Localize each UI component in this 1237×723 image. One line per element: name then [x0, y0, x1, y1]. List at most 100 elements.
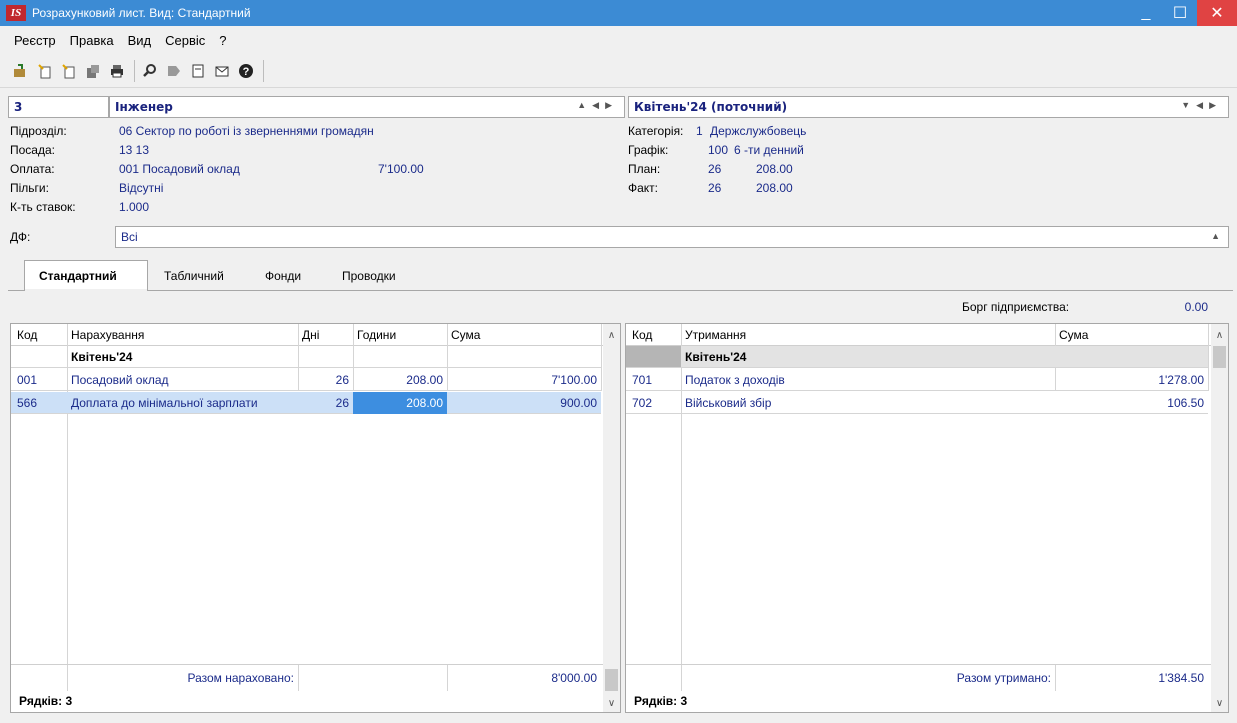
tab-standard[interactable]: Стандартний: [24, 260, 148, 291]
deductions-grid: Код Утримання Сума Квітень'24 701 Подато…: [625, 323, 1229, 713]
copy-icon[interactable]: [82, 60, 104, 82]
label-department: Підрозділ:: [10, 124, 67, 138]
accruals-total-label: Разом нараховано:: [187, 671, 294, 685]
tab-table[interactable]: Табличний: [150, 262, 238, 290]
label-payment: Оплата:: [10, 162, 55, 176]
df-selector[interactable]: Всі ▲: [115, 226, 1229, 248]
cell-days: 26: [335, 373, 349, 387]
document-icon[interactable]: [187, 60, 209, 82]
cell-sum: 900.00: [560, 396, 597, 410]
cell-name: Доплата до мінімальної зарплати: [71, 396, 258, 410]
scroll-down-icon[interactable]: ∨: [1211, 695, 1228, 712]
scroll-down-icon[interactable]: ∨: [603, 695, 620, 712]
scroll-up-icon[interactable]: ∧: [1211, 327, 1228, 344]
value-category-name: Держслужбовець: [710, 124, 807, 138]
search-icon[interactable]: [139, 60, 161, 82]
cell-name: Податок з доходів: [685, 373, 785, 387]
col-sum[interactable]: Сума: [1055, 324, 1209, 346]
deductions-scrollbar[interactable]: ∧ ∨: [1211, 324, 1228, 712]
open-icon[interactable]: [10, 60, 32, 82]
scroll-thumb[interactable]: [1213, 346, 1226, 368]
menu-help[interactable]: ?: [212, 33, 233, 48]
cell-sum: 1'278.00: [1158, 373, 1204, 387]
cell-code: 702: [632, 396, 653, 410]
value-plan-days: 26: [708, 162, 722, 176]
tab-funds[interactable]: Фонди: [251, 262, 315, 290]
accruals-total-value: 8'000.00: [551, 671, 597, 685]
employee-code-field[interactable]: 3: [8, 96, 109, 118]
deductions-total-label: Разом утримано:: [956, 671, 1051, 685]
value-fact-hours: 208.00: [756, 181, 793, 195]
menu-registry[interactable]: Реєстр: [0, 33, 63, 48]
cell-code: 566: [17, 396, 38, 410]
close-button[interactable]: ✕: [1197, 0, 1237, 26]
cell-hours-focused[interactable]: 208.00: [353, 392, 447, 414]
value-payment-amount: 7'100.00: [378, 162, 424, 176]
col-accrual[interactable]: Нарахування: [67, 324, 298, 346]
svg-text:?: ?: [243, 66, 250, 78]
debt-value: 0.00: [1184, 300, 1208, 314]
col-code[interactable]: Код: [13, 324, 67, 346]
col-days[interactable]: Дні: [298, 324, 353, 346]
group-row[interactable]: Квітень'24: [11, 346, 601, 368]
toolbar: ?: [0, 54, 1237, 88]
label-position: Посада:: [10, 143, 55, 157]
period-name: Квітень'24 (поточний): [634, 100, 788, 114]
col-code[interactable]: Код: [628, 324, 681, 346]
value-category-code: 1: [696, 124, 703, 138]
position-name: Інженер: [115, 100, 173, 114]
position-selector[interactable]: Інженер ▲◀▶: [109, 96, 625, 118]
toolbar-separator: [134, 59, 135, 82]
maximize-button[interactable]: ☐: [1163, 0, 1197, 26]
deductions-total-value: 1'384.50: [1158, 671, 1204, 685]
label-rates: К-ть ставок:: [10, 200, 76, 214]
accruals-header: Код Нарахування Дні Години Сума: [11, 324, 604, 346]
df-label: ДФ:: [10, 230, 31, 244]
toolbar-separator: [263, 59, 264, 82]
cell-sum: 106.50: [1167, 396, 1204, 410]
deductions-rows-count: Рядків: 3: [634, 694, 688, 708]
deductions-total-row: Разом утримано: 1'384.50: [626, 664, 1211, 691]
cell-hours: 208.00: [406, 373, 443, 387]
tab-divider: [8, 290, 1233, 291]
period-selector[interactable]: Квітень'24 (поточний) ▼◀▶: [628, 96, 1229, 118]
accruals-scrollbar[interactable]: ∧ ∨: [603, 324, 620, 712]
table-row[interactable]: 001 Посадовий оклад 26 208.00 7'100.00: [11, 369, 601, 391]
accruals-grid: Код Нарахування Дні Години Сума Квітень'…: [10, 323, 621, 713]
value-schedule-name: 6 -ти денний: [734, 143, 804, 157]
deductions-header: Код Утримання Сума: [626, 324, 1211, 346]
table-row-selected[interactable]: 566 Доплата до мінімальної зарплати 26 2…: [11, 392, 601, 414]
scroll-thumb[interactable]: [605, 669, 618, 691]
nav-arrows-icon[interactable]: ▲◀▶: [577, 100, 618, 111]
new-copy-icon[interactable]: [58, 60, 80, 82]
col-deduction[interactable]: Утримання: [681, 324, 1055, 346]
dropdown-arrow-icon[interactable]: ▲: [1211, 231, 1220, 241]
menu-service[interactable]: Сервіс: [158, 33, 212, 48]
scroll-up-icon[interactable]: ∧: [603, 327, 620, 344]
col-hours[interactable]: Години: [353, 324, 447, 346]
minimize-button[interactable]: _: [1129, 0, 1163, 26]
group-row[interactable]: Квітень'24: [626, 346, 1208, 368]
new-icon[interactable]: [34, 60, 56, 82]
cell-sum: 7'100.00: [551, 373, 597, 387]
value-rates: 1.000: [119, 200, 150, 214]
window-title: Розрахунковий лист. Вид: Стандартний: [32, 6, 251, 20]
group-label: Квітень'24: [685, 350, 747, 364]
active-tab-join: [25, 289, 147, 292]
table-row[interactable]: 702 Військовий збір 106.50: [626, 392, 1208, 414]
label-category: Категорія:: [628, 124, 684, 138]
debt-label: Борг підприємства:: [962, 300, 1070, 314]
label-schedule: Графік:: [628, 143, 669, 157]
menu-edit[interactable]: Правка: [63, 33, 121, 48]
table-row[interactable]: 701 Податок з доходів 1'278.00: [626, 369, 1208, 391]
print-icon[interactable]: [106, 60, 128, 82]
value-plan-hours: 208.00: [756, 162, 793, 176]
value-schedule-code: 100: [708, 143, 729, 157]
nav-arrows-icon[interactable]: ▼◀▶: [1181, 100, 1222, 111]
export-icon[interactable]: [163, 60, 185, 82]
mail-icon[interactable]: [211, 60, 233, 82]
col-sum[interactable]: Сума: [447, 324, 601, 346]
tab-postings[interactable]: Проводки: [328, 262, 410, 290]
menu-view[interactable]: Вид: [121, 33, 159, 48]
help-icon[interactable]: ?: [235, 60, 257, 82]
